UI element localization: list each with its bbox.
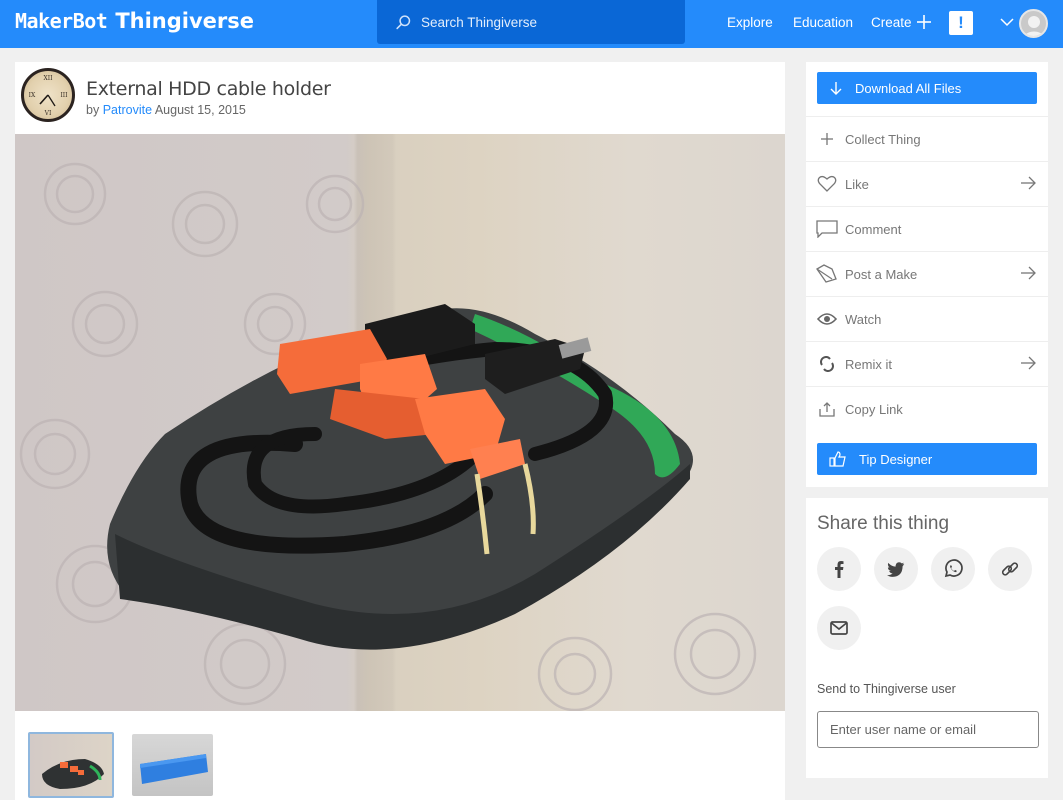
- collect-thing-label: Collect Thing: [845, 131, 921, 147]
- post-a-make-label: Post a Make: [845, 266, 918, 282]
- whatsapp-icon: [944, 559, 963, 578]
- arrow-right-icon: [1021, 266, 1036, 280]
- thumbnail-2[interactable]: [132, 734, 213, 796]
- email-icon: [830, 621, 848, 635]
- watch-label: Watch: [845, 311, 882, 327]
- comment-button[interactable]: Comment: [806, 206, 1048, 251]
- top-navbar: MakerBot Thingiverse Search Thingiverse E…: [0, 0, 1063, 48]
- link-icon: [1001, 562, 1019, 576]
- thumbnail-1[interactable]: [28, 732, 114, 798]
- arrow-right-icon: [1021, 176, 1036, 190]
- nav-create[interactable]: Create: [871, 15, 912, 30]
- publish-date: August 15, 2015: [154, 103, 246, 117]
- share-panel: Share this thing Send to Thingiverse use…: [806, 498, 1048, 778]
- share-upload-icon: [816, 398, 838, 420]
- tip-designer-button[interactable]: Tip Designer: [817, 443, 1037, 475]
- comment-icon: [816, 218, 838, 240]
- chevron-down-icon[interactable]: [1000, 15, 1014, 29]
- author-avatar[interactable]: XII III VI IX: [21, 68, 75, 122]
- create-plus-icon[interactable]: [915, 11, 933, 33]
- search-input[interactable]: Search Thingiverse: [377, 0, 685, 44]
- share-title: Share this thing: [817, 513, 950, 534]
- thing-title: External HDD cable holder: [86, 78, 331, 100]
- send-to-user-input[interactable]: [817, 711, 1039, 748]
- post-a-make-button[interactable]: Post a Make: [806, 251, 1048, 296]
- author-link[interactable]: Patrovite: [103, 103, 152, 117]
- plus-icon: [816, 128, 838, 150]
- eye-icon: [816, 308, 838, 330]
- download-arrow-icon: [830, 82, 842, 95]
- tip-designer-label: Tip Designer: [859, 451, 933, 467]
- svg-text:XII: XII: [43, 75, 53, 82]
- share-whatsapp-button[interactable]: [931, 547, 975, 591]
- thumbs-up-icon: [829, 451, 846, 467]
- notification-alert-button[interactable]: !: [949, 11, 973, 35]
- watch-button[interactable]: Watch: [806, 296, 1048, 341]
- remix-label: Remix it: [845, 356, 892, 372]
- comment-label: Comment: [845, 221, 902, 237]
- share-twitter-button[interactable]: [874, 547, 918, 591]
- remix-icon: [816, 353, 838, 375]
- heart-icon: [816, 173, 838, 195]
- remix-button[interactable]: Remix it: [806, 341, 1048, 386]
- like-label: Like: [845, 176, 869, 192]
- like-button[interactable]: Like: [806, 161, 1048, 206]
- site-logo[interactable]: MakerBot Thingiverse: [15, 9, 254, 34]
- svg-text:III: III: [60, 92, 68, 99]
- byline-prefix: by: [86, 103, 100, 117]
- logo-thingiverse: Thingiverse: [115, 9, 255, 33]
- search-icon: [396, 14, 411, 29]
- thing-header: XII III VI IX External HDD cable holder by …: [15, 62, 785, 134]
- logo-makerbot: MakerBot: [15, 9, 108, 33]
- share-facebook-button[interactable]: [817, 547, 861, 591]
- thing-main-card: XII III VI IX External HDD cable holder by …: [15, 62, 785, 800]
- download-all-files-label: Download All Files: [855, 80, 962, 96]
- nav-explore[interactable]: Explore: [727, 15, 773, 30]
- thing-actions-panel: Download All Files Collect Thing Like Co…: [806, 62, 1048, 487]
- twitter-icon: [887, 561, 905, 577]
- user-avatar[interactable]: [1019, 9, 1048, 38]
- svg-text:VI: VI: [44, 110, 52, 117]
- photo-illustration: [19, 162, 757, 711]
- facebook-icon: [835, 561, 844, 578]
- arrow-right-icon: [1021, 356, 1036, 370]
- download-all-files-button[interactable]: Download All Files: [817, 72, 1037, 104]
- svg-text:IX: IX: [29, 92, 36, 99]
- search-placeholder: Search Thingiverse: [421, 14, 538, 30]
- copy-link-label: Copy Link: [845, 401, 903, 417]
- share-link-button[interactable]: [988, 547, 1032, 591]
- nav-education[interactable]: Education: [793, 15, 853, 30]
- main-photo[interactable]: [15, 134, 785, 711]
- byline: by Patrovite August 15, 2015: [86, 103, 246, 117]
- share-email-button[interactable]: [817, 606, 861, 650]
- copy-link-button[interactable]: Copy Link: [806, 386, 1048, 431]
- send-to-user-label: Send to Thingiverse user: [817, 682, 956, 696]
- make-icon: [816, 263, 838, 285]
- collect-thing-button[interactable]: Collect Thing: [806, 116, 1048, 161]
